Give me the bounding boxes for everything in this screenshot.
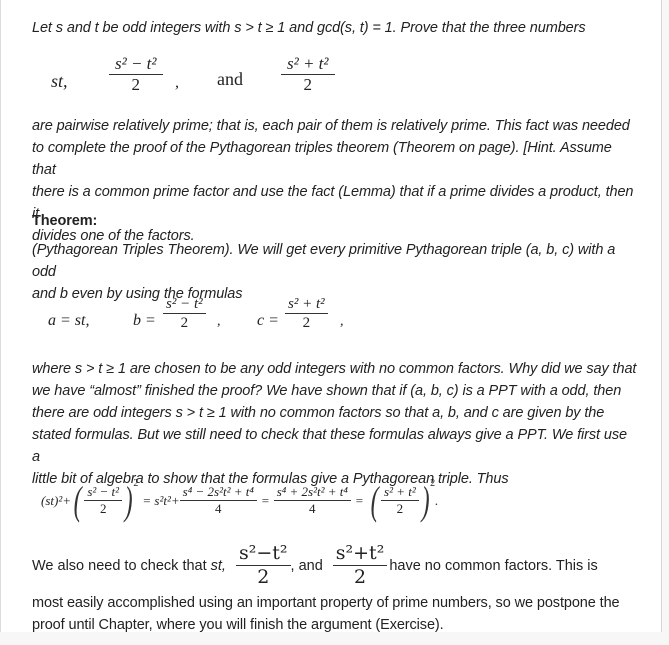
eq-fraction-1: s² − t² 2 [84,484,123,517]
formula-a: a = st, [48,312,90,329]
math-comma: , [175,74,179,91]
fraction-sum: s² + t² 2 [281,54,335,95]
theorem-heading: Theorem: [32,213,98,229]
eq-exponent: 2 [133,478,139,489]
formula-comma: , [217,314,221,329]
formula-b-fraction: s² − t² 2 [163,296,206,332]
inline-fraction-difference: s²−t² 2 [235,542,291,589]
right-paren: ) [421,478,430,523]
left-paren: ( [73,478,82,523]
math-st: st, [51,71,68,91]
formula-c-lhs: c = [257,312,279,329]
eq-fraction-2: s⁴ − 2s²t² + t⁴ 4 [179,484,257,517]
eq-equals: = [260,493,270,508]
closing-text: most easily accomplished using an import… [32,595,620,633]
formula-b-lhs: b = [133,312,156,329]
inline-fraction-sum: s²+t² 2 [332,542,388,589]
formula-comma: , [340,314,344,329]
display-equation-pythagorean: (st)²+ ( s² − t² 2 ) 2 = s²t²+ s⁴ − 2s²t… [41,476,438,526]
eq-term-s2t2: = s²t²+ [142,493,180,508]
eq-period: . [435,493,439,508]
theorem-discussion: where s > t ≥ 1 are chosen to be any odd… [32,361,637,487]
eq-fraction-3: s⁴ + 2s²t² + t⁴ 4 [273,484,351,517]
fraction-difference: s² − t² 2 [109,54,163,95]
math-and: and [217,69,243,89]
problem-intro: Let s and t be odd integers with s > t ≥… [32,20,586,36]
left-paren: ( [370,478,379,523]
document-panel: Let s and t be odd integers with s > t ≥… [0,0,662,633]
eq-exponent: 2 [430,478,436,489]
formula-c-fraction: s² + t² 2 [285,296,328,332]
eq-fraction-4: s² + t² 2 [381,484,419,517]
theorem-statement: (Pythagorean Triples Theorem). We will g… [32,242,616,302]
eq-term-st-squared: (st)²+ [41,493,71,508]
closing-inline-line: We also need to check that st, s²−t² 2 ,… [32,542,598,589]
right-paren: ) [124,478,133,523]
eq-equals: = [354,493,364,508]
